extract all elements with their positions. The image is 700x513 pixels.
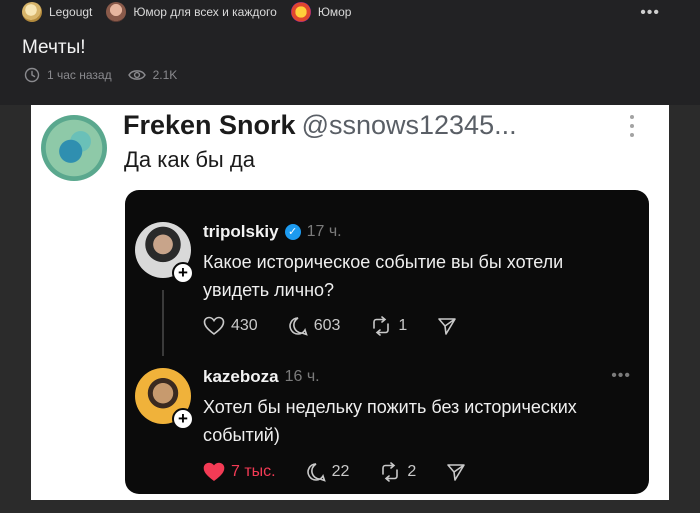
eye-icon [127,70,146,80]
author-name: Legougt [49,5,93,19]
first-reposts-count: 1 [398,317,408,334]
reply-reposts-count: 2 [407,463,417,480]
plus-icon: + [172,262,194,284]
reply-comments-count: 22 [331,463,350,480]
more-icon[interactable]: ••• [640,4,660,22]
reply-time: 16 ч. [284,368,320,385]
comment-icon [306,463,326,482]
first-comments-count: 603 [313,317,341,334]
reply-like: 7 тыс. [203,462,276,482]
post-title: Мечты! [22,37,86,58]
first-text: Какое историческое событие вы бы хотели … [203,252,564,300]
first-comment: 603 [288,316,341,336]
author-link[interactable]: Legougt [22,2,92,22]
repost-icon [382,462,399,482]
post-meta: 1 час назад 2.1K [24,67,193,83]
image-frame-left [0,105,31,513]
image-frame-bottom [0,500,700,513]
first-repost: 1 [370,316,407,336]
reply-header: kazeboza 16 ч. [203,367,320,387]
comment-icon [289,317,308,336]
heart-icon [203,462,225,482]
reply-share [446,462,472,482]
community-avatar [106,2,127,22]
community-link[interactable]: Юмор для всех и каждого [106,2,277,22]
repost-icon [373,316,390,336]
first-header: tripolskiy ✓ 17 ч. [203,222,342,242]
breadcrumb: Legougt Юмор для всех и каждого Юмор [22,2,365,22]
verified-icon: ✓ [284,224,301,240]
post-image[interactable]: Freken Snork @ssnows12345... Да как бы да… [31,105,669,513]
tweet-handle: @ssnows12345... [301,110,517,140]
post-time: 1 час назад [24,67,112,83]
first-likes-count: 430 [231,317,258,334]
first-share [437,316,463,336]
author-avatar [22,2,42,22]
image-frame-right [669,105,700,513]
community-name: Юмор для всех и каждого [133,5,277,19]
reply-text: Хотел бы недельку пожить без исторически… [203,397,577,445]
tweet-avatar [41,115,107,181]
reply-user: kazeboza [203,367,279,386]
first-like: 430 [203,316,258,336]
reply-repost: 2 [379,462,416,482]
heart-icon [203,316,225,336]
post-card: Legougt Юмор для всех и каждого Юмор •••… [0,0,700,513]
first-user: tripolskiy [203,222,279,241]
thread-connector [162,290,164,356]
tweet-text: Да как бы да [124,147,255,172]
plus-icon: + [172,408,194,430]
post-time-text: 1 час назад [47,68,112,82]
post-views-text: 2.1K [152,68,178,82]
clock-icon [24,67,40,83]
reply-actions: 7 тыс. 22 2 [203,462,502,482]
tag-link[interactable]: Юмор [290,2,352,22]
reply-more-icon: ••• [611,367,631,384]
tag-avatar [290,2,311,22]
first-time: 17 ч. [306,223,342,240]
tweet-header: Freken Snork @ssnows12345... [123,110,517,141]
tag-name: Юмор [317,5,352,19]
share-icon [447,464,466,481]
share-icon [438,318,457,335]
thread-card: + tripolskiy ✓ 17 ч. Какое историческое … [125,190,649,494]
tweet-name: Freken Snork [123,110,296,140]
tweet-more-icon [629,115,635,137]
post-views: 2.1K [127,68,178,82]
reply-likes-count: 7 тыс. [231,463,276,480]
first-actions: 430 603 1 [203,316,493,336]
reply-comment: 22 [306,462,350,482]
